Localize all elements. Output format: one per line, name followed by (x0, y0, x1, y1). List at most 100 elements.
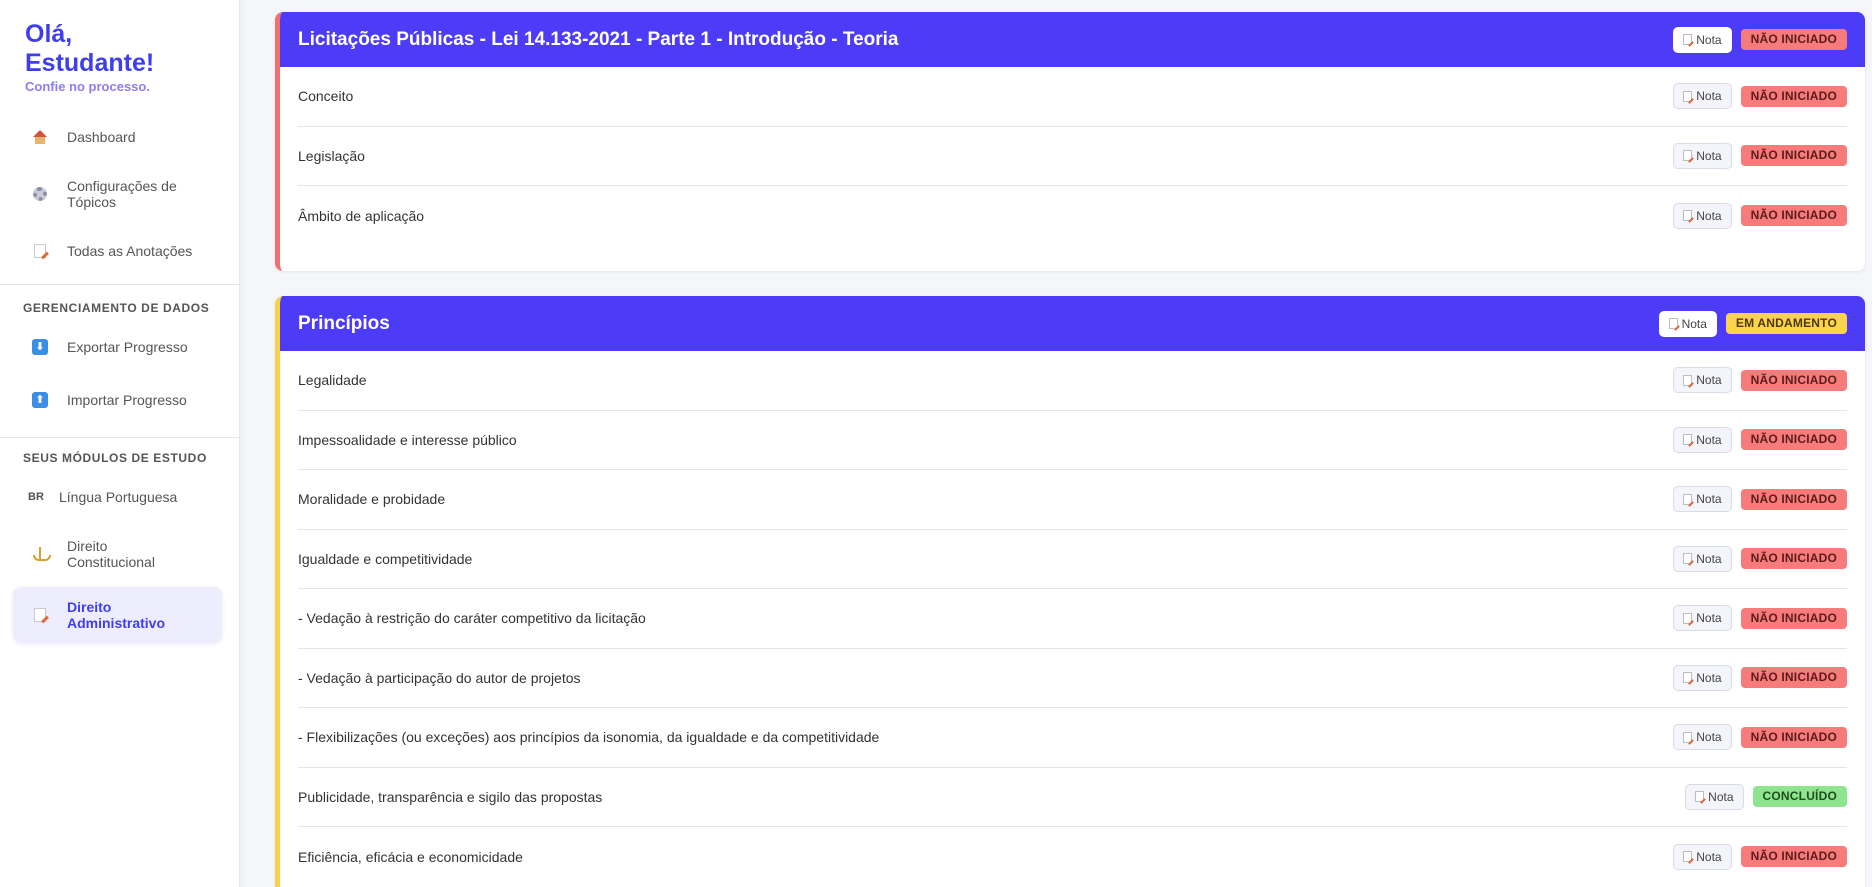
nav-item-label: Configurações de Tópicos (67, 178, 177, 210)
memo-icon (1683, 553, 1693, 565)
module-item-lingua-portuguesa[interactable]: BR Língua Portuguesa (13, 482, 222, 512)
note-button[interactable]: Nota (1673, 545, 1732, 572)
status-badge[interactable]: NÃO INICIADO (1740, 667, 1847, 689)
topic-card-header: Princípios Nota EM ANDAMENTO (280, 296, 1865, 351)
status-badge[interactable]: NÃO INICIADO (1740, 548, 1847, 570)
subtopic-label: Moralidade e probidade (298, 491, 446, 508)
memo-icon (1683, 374, 1693, 386)
nav-item-dashboard[interactable]: Dashboard (13, 122, 222, 152)
subtopic-label: - Flexibilizações (ou exceções) aos prin… (298, 729, 880, 746)
topic-card: Princípios Nota EM ANDAMENTO Legalidade … (275, 296, 1865, 887)
note-button[interactable]: Nota (1673, 843, 1732, 870)
subtopic-row: Conceito Nota NÃO INICIADO (298, 67, 1847, 127)
module-item-direito-administrativo[interactable]: Direito Administrativo (13, 587, 222, 643)
memo-icon (1683, 851, 1693, 863)
note-button-label: Nota (1696, 551, 1722, 566)
memo-icon (1683, 672, 1693, 684)
subtopic-label: Igualdade e competitividade (298, 550, 473, 567)
module-item-label: Língua Portuguesa (59, 489, 178, 505)
subtopic-label: Publicidade, transparência e sigilo das … (298, 788, 603, 805)
subtopic-row: Âmbito de aplicação Nota NÃO INICIADO (298, 186, 1847, 246)
module-item-label: Direito Administrativo (67, 599, 166, 631)
note-button-label: Nota (1696, 849, 1722, 864)
nav-item-all-notes[interactable]: Todas as Anotações (13, 236, 222, 266)
memo-icon (1683, 90, 1693, 102)
memo-icon (1695, 791, 1705, 803)
note-button-label: Nota (1696, 492, 1722, 507)
house-icon (32, 130, 48, 144)
note-button[interactable]: Nota (1673, 605, 1732, 632)
status-badge[interactable]: NÃO INICIADO (1740, 205, 1847, 227)
scale-icon (32, 547, 51, 561)
topic-title: Licitações Públicas - Lei 14.133-2021 - … (298, 28, 899, 50)
subtopic-row: Impessoalidade e interesse público Nota … (298, 411, 1847, 470)
section-title-study-modules: SEUS MÓDULOS DE ESTUDO (23, 451, 207, 465)
note-button[interactable]: Nota (1673, 26, 1732, 53)
note-button[interactable]: Nota (1673, 367, 1732, 394)
greeting-motto: Confie no processo. (25, 79, 150, 94)
status-badge[interactable]: NÃO INICIADO (1740, 85, 1847, 107)
note-button-label: Nota (1696, 148, 1722, 163)
nav-item-import-progress[interactable]: ⬆ Importar Progresso (13, 385, 222, 415)
memo-icon (34, 608, 46, 622)
note-button[interactable]: Nota (1673, 664, 1732, 691)
status-badge[interactable]: NÃO INICIADO (1740, 488, 1847, 510)
memo-icon (34, 244, 46, 258)
subtopic-label: - Vedação à participação do autor de pro… (298, 669, 581, 686)
note-button[interactable]: Nota (1658, 310, 1717, 337)
subtopic-label: Âmbito de aplicação (298, 207, 425, 224)
note-button-label: Nota (1696, 32, 1722, 47)
note-button-label: Nota (1696, 432, 1722, 447)
greeting-title: Olá, Estudante! (25, 20, 155, 77)
note-button[interactable]: Nota (1673, 724, 1732, 751)
subtopic-label: Eficiência, eficácia e economicidade (298, 848, 523, 865)
note-button[interactable]: Nota (1673, 202, 1732, 229)
status-badge[interactable]: NÃO INICIADO (1740, 846, 1847, 868)
subtopic-label: Impessoalidade e interesse público (298, 431, 517, 448)
divider (0, 437, 239, 438)
topic-card-header: Licitações Públicas - Lei 14.133-2021 - … (280, 12, 1865, 67)
gear-icon (33, 187, 47, 201)
status-badge[interactable]: CONCLUÍDO (1752, 786, 1847, 808)
br-flag-icon: BR (28, 491, 44, 503)
module-item-direito-constitucional[interactable]: Direito Constitucional (13, 536, 222, 572)
note-button-label: Nota (1708, 789, 1734, 804)
status-badge[interactable]: NÃO INICIADO (1740, 607, 1847, 629)
subtopic-row: - Vedação à participação do autor de pro… (298, 649, 1847, 708)
note-button[interactable]: Nota (1685, 783, 1744, 810)
status-badge[interactable]: NÃO INICIADO (1740, 29, 1847, 50)
nav-item-topic-settings[interactable]: Configurações de Tópicos (13, 176, 222, 212)
topic-title: Princípios (298, 312, 390, 334)
note-button-label: Nota (1696, 208, 1722, 223)
status-badge[interactable]: EM ANDAMENTO (1725, 313, 1847, 334)
arrow-down-icon: ⬇ (32, 339, 48, 355)
sidebar: Olá, Estudante! Confie no processo. Dash… (0, 0, 240, 887)
note-button-label: Nota (1696, 670, 1722, 685)
status-badge[interactable]: NÃO INICIADO (1740, 369, 1847, 391)
note-button[interactable]: Nota (1673, 426, 1732, 453)
note-button-label: Nota (1696, 373, 1722, 388)
subtopic-row: Eficiência, eficácia e economicidade Not… (298, 827, 1847, 887)
memo-icon (1683, 434, 1693, 446)
memo-icon (1683, 150, 1693, 162)
nav-item-label: Importar Progresso (67, 392, 187, 408)
memo-icon (1683, 612, 1693, 624)
topic-card: Licitações Públicas - Lei 14.133-2021 - … (275, 12, 1865, 271)
note-button-label: Nota (1696, 89, 1722, 104)
note-button-label: Nota (1681, 316, 1707, 331)
status-badge[interactable]: NÃO INICIADO (1740, 726, 1847, 748)
note-button-label: Nota (1696, 611, 1722, 626)
nav-item-export-progress[interactable]: ⬇ Exportar Progresso (13, 332, 222, 362)
memo-icon (1668, 318, 1678, 329)
status-badge[interactable]: NÃO INICIADO (1740, 145, 1847, 167)
status-badge[interactable]: NÃO INICIADO (1740, 429, 1847, 451)
note-button[interactable]: Nota (1673, 83, 1732, 110)
memo-icon (1683, 34, 1693, 45)
subtopic-row: Legislação Nota NÃO INICIADO (298, 127, 1847, 186)
memo-icon (1683, 731, 1693, 743)
subtopic-row: Moralidade e probidade Nota NÃO INICIADO (298, 470, 1847, 530)
note-button[interactable]: Nota (1673, 142, 1732, 169)
subtopic-row: Igualdade e competitividade Nota NÃO INI… (298, 530, 1847, 589)
note-button[interactable]: Nota (1673, 486, 1732, 513)
note-button-label: Nota (1696, 730, 1722, 745)
